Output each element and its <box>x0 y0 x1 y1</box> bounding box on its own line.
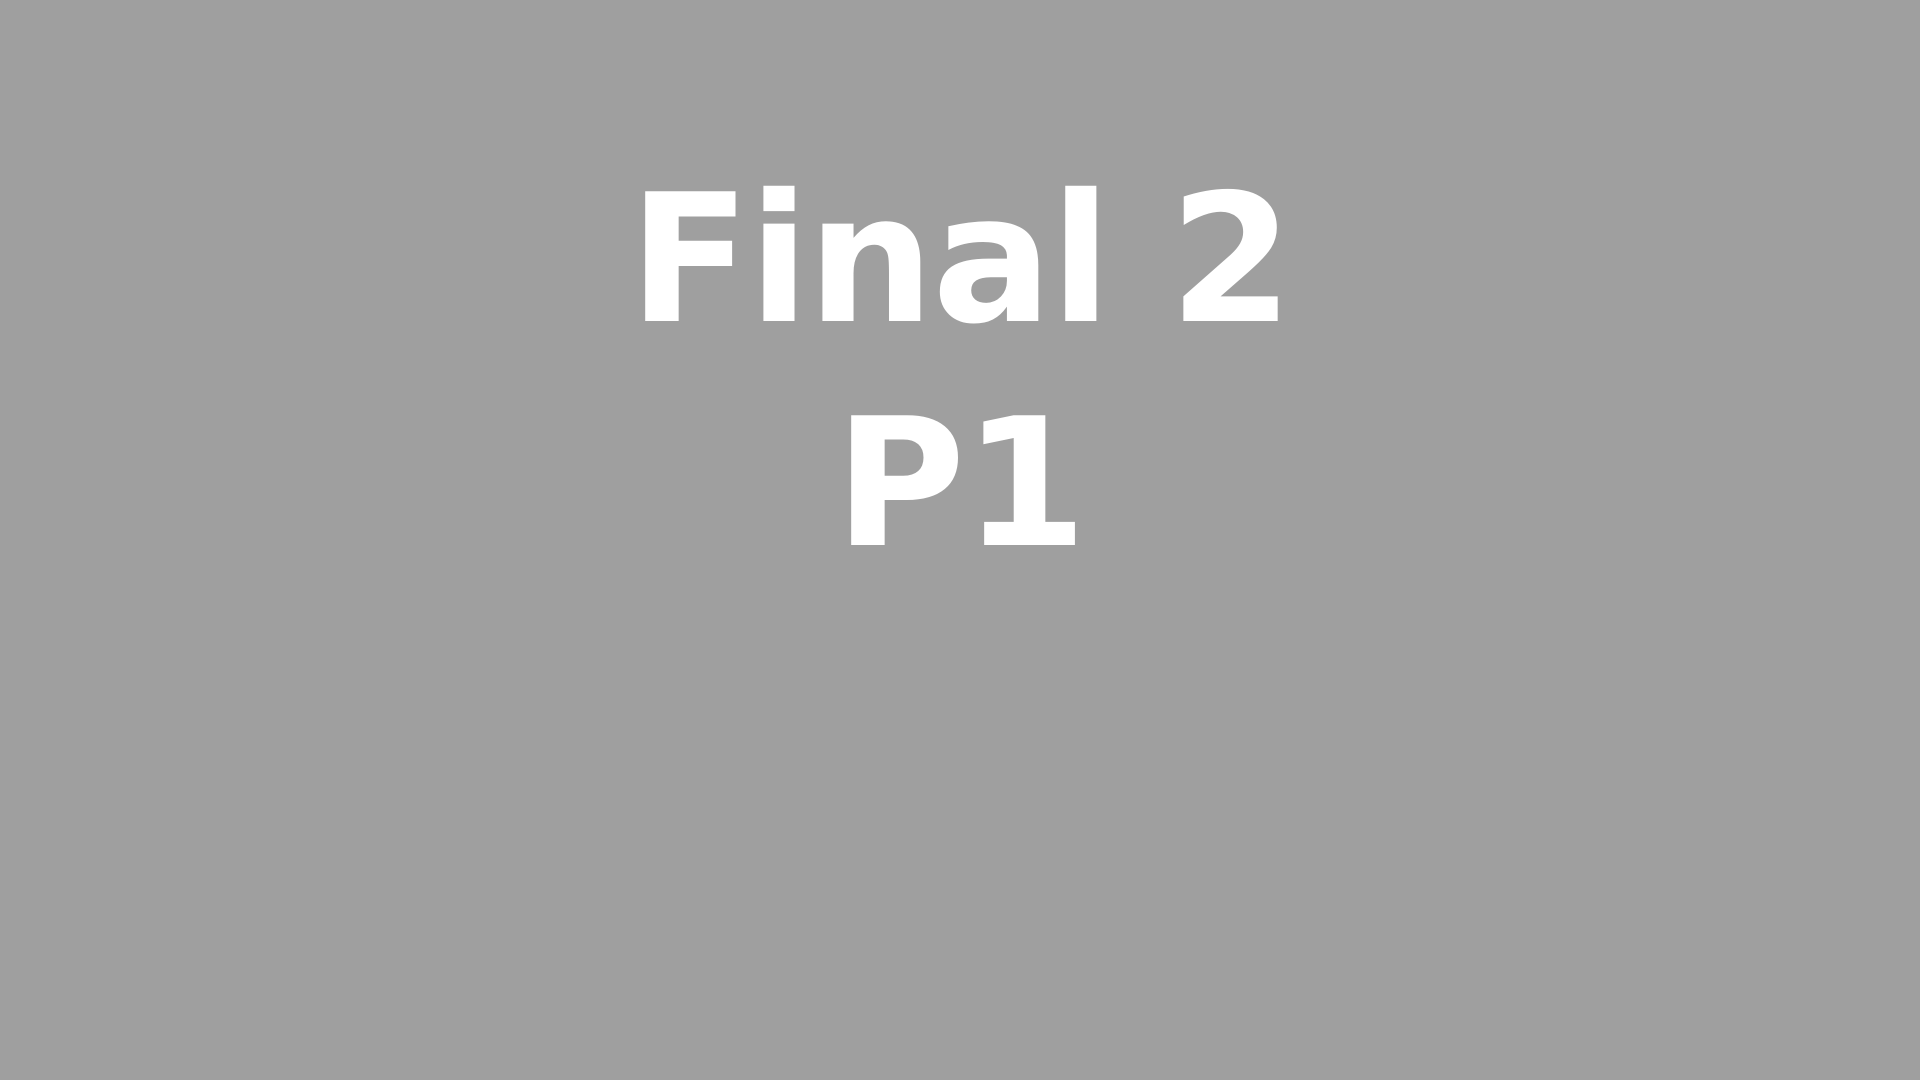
title-line-2: P1 <box>834 380 1087 587</box>
title-block: Final 2 P1 <box>0 148 1920 596</box>
title-line-1: Final 2 <box>628 156 1293 363</box>
title-screen: Final 2 P1 <box>0 0 1920 1080</box>
